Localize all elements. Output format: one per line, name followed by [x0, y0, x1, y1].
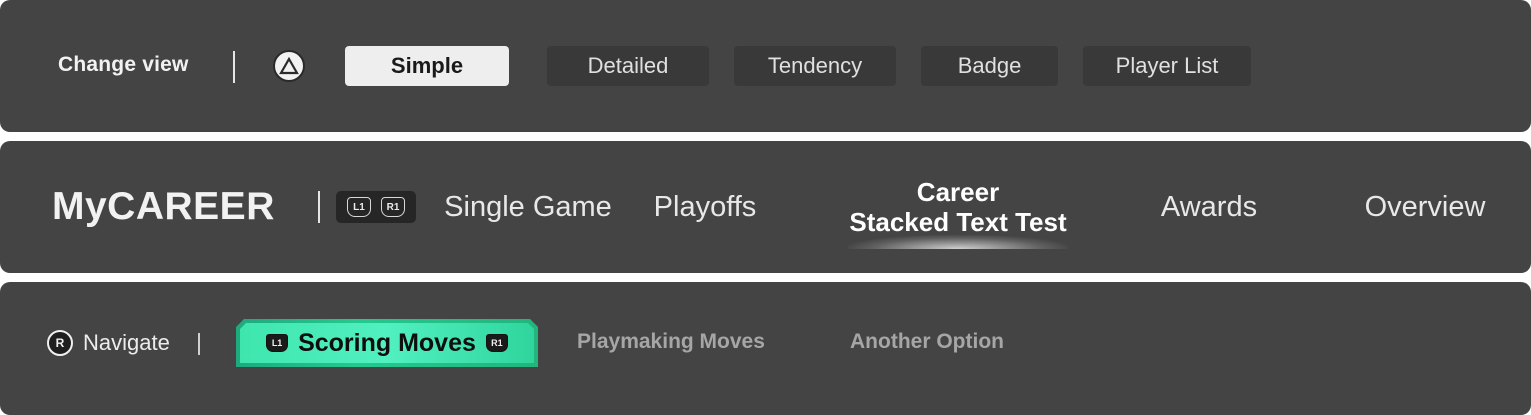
navigate-hint: R Navigate [47, 330, 170, 356]
r-stick-icon: R [47, 330, 73, 356]
tab-playmaking-moves[interactable]: Playmaking Moves [577, 330, 765, 354]
change-view-label: Change view [58, 53, 189, 76]
r1-bumper-icon: R1 [381, 197, 405, 217]
l1-bumper-icon: L1 [347, 197, 371, 217]
tab-playoffs[interactable]: Playoffs [650, 141, 760, 273]
view-option-tendency[interactable]: Tendency [734, 46, 896, 86]
tab-career-line2: Stacked Text Test [849, 207, 1067, 237]
view-option-detailed[interactable]: Detailed [547, 46, 709, 86]
tab-scoring-moves[interactable]: L1 Scoring Moves R1 [236, 319, 538, 367]
tab-overview[interactable]: Overview [1355, 141, 1495, 273]
active-tab-glow [848, 235, 1068, 249]
scoring-moves-label: Scoring Moves [298, 328, 476, 357]
bumper-hint: L1 R1 [336, 191, 416, 223]
r1-bumper-icon: R1 [485, 334, 508, 352]
view-option-badge[interactable]: Badge [921, 46, 1058, 86]
tab-career[interactable]: Career Stacked Text Test [828, 141, 1088, 273]
tab-single-game[interactable]: Single Game [440, 141, 616, 273]
mycareer-bar: MyCAREER L1 R1 Single Game Playoffs Care… [0, 141, 1531, 273]
view-option-simple[interactable]: Simple [345, 46, 509, 86]
navigate-label: Navigate [83, 330, 170, 355]
tab-inner: L1 Scoring Moves R1 [240, 323, 534, 363]
tab-career-line1: Career [916, 177, 1000, 207]
l1-bumper-icon: L1 [266, 334, 289, 352]
moves-bar: R Navigate L1 Scoring Moves R1 Playmakin… [0, 282, 1531, 415]
tab-awards[interactable]: Awards [1150, 141, 1268, 273]
mycareer-brand: MyCAREER [52, 185, 275, 228]
triangle-button-icon[interactable] [273, 50, 305, 82]
divider [318, 191, 320, 223]
divider [233, 51, 235, 83]
tab-another-option[interactable]: Another Option [850, 330, 1004, 354]
divider [198, 333, 200, 355]
view-option-player-list[interactable]: Player List [1083, 46, 1251, 86]
change-view-bar: Change view Simple Detailed Tendency Bad… [0, 0, 1531, 132]
